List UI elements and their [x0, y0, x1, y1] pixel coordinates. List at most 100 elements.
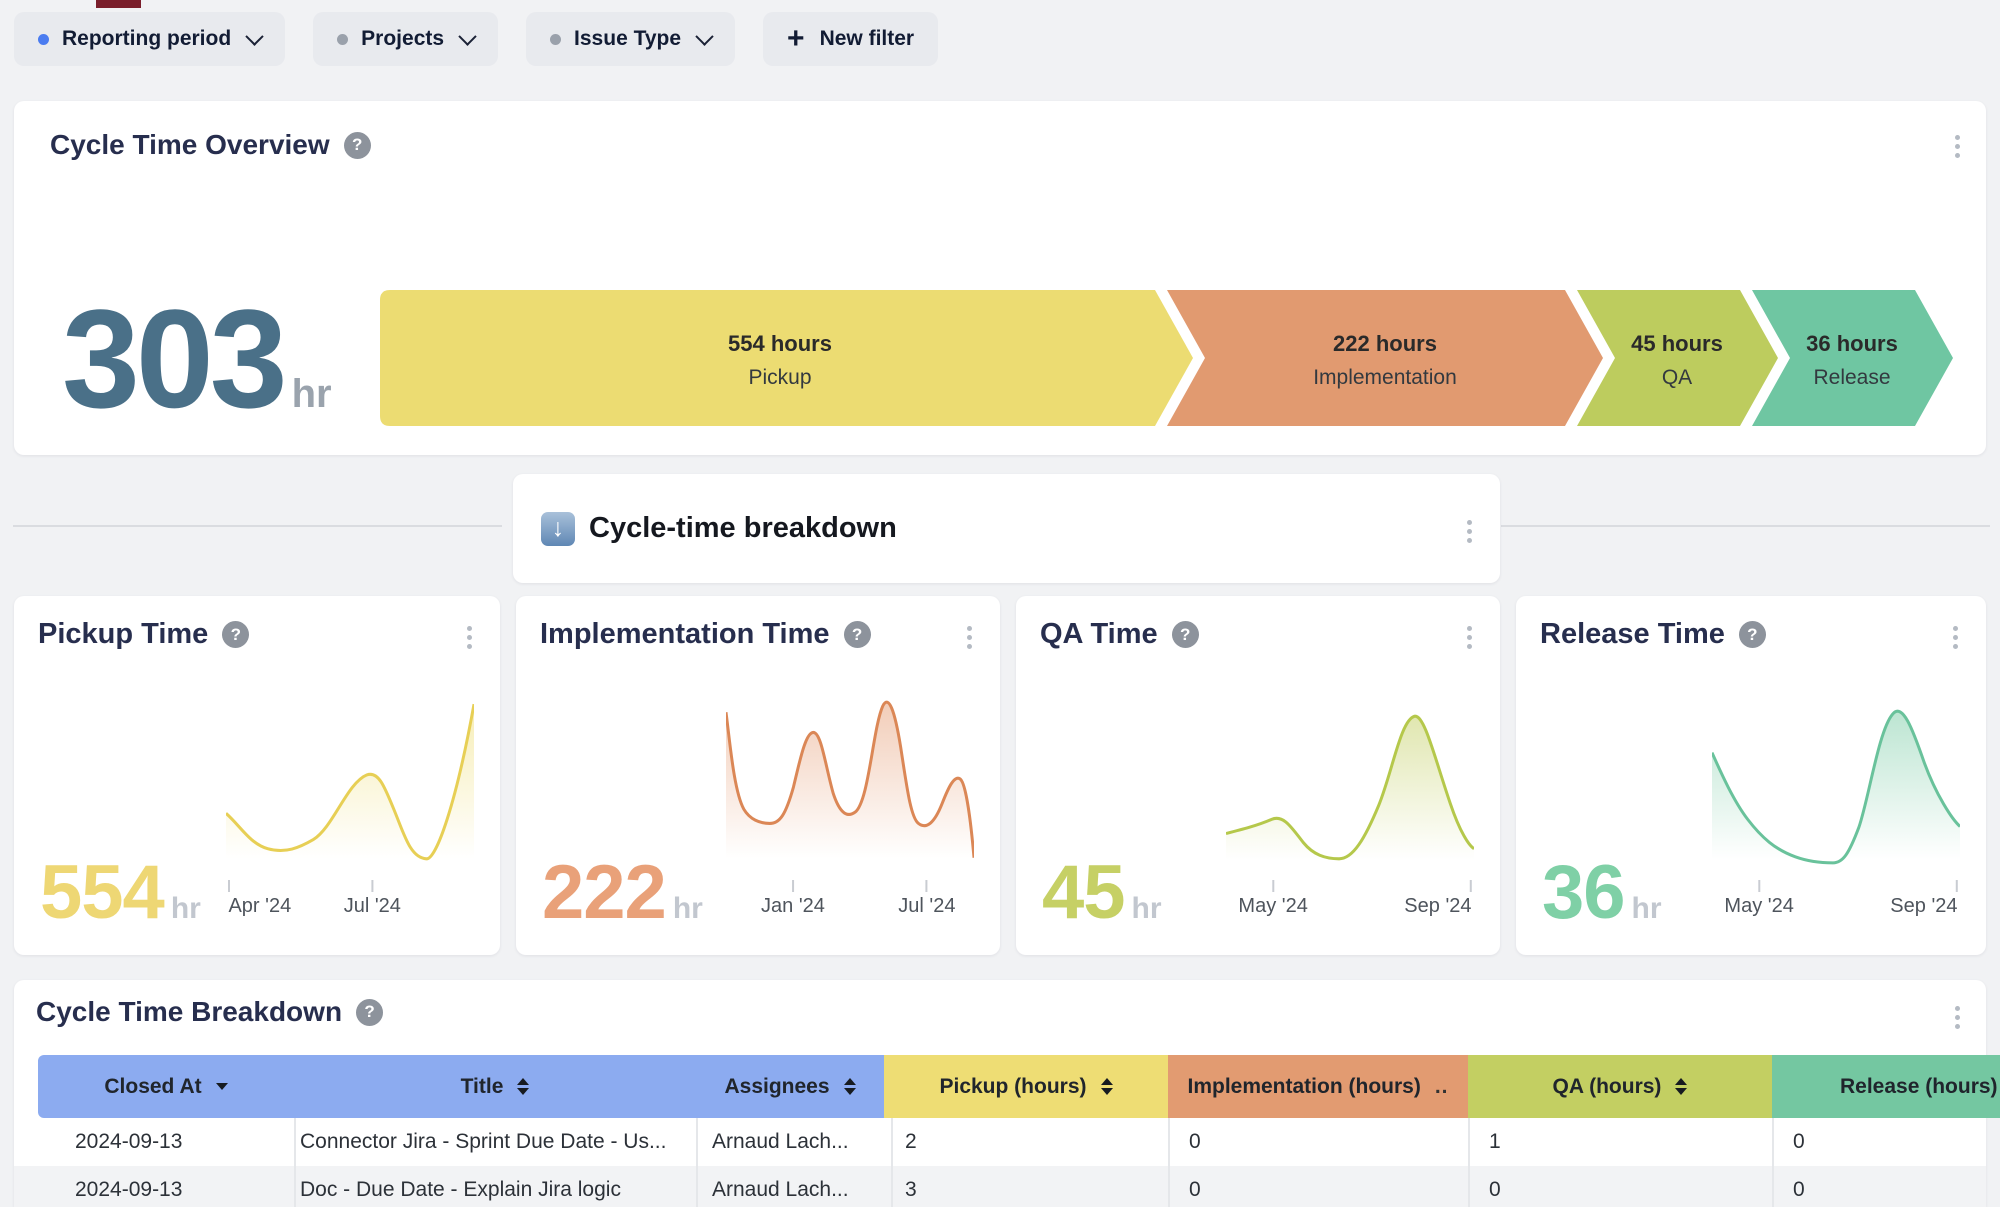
column-header-title[interactable]: Title — [294, 1055, 696, 1118]
cell-assignees: Arnaud Lach... — [712, 1166, 849, 1207]
cycle-funnel-chart: 554 hours Pickup 222 hours Implementatio… — [380, 290, 1980, 426]
filter-projects[interactable]: Projects — [313, 12, 498, 66]
active-filter-dot-icon — [38, 34, 49, 45]
x-axis: May '24 Sep '24 — [1226, 880, 1474, 922]
qa-sparkline-chart — [1226, 694, 1474, 876]
table-header: Closed At Title Assignees Pickup (hours)… — [14, 1055, 1986, 1118]
page-title: Cycle Time Overview — [50, 129, 330, 161]
divider-line — [1501, 525, 1990, 527]
cell-qa-hours: 1 — [1489, 1118, 1501, 1166]
help-icon[interactable]: ? — [222, 621, 249, 648]
implementation-sparkline-chart — [726, 694, 974, 876]
chevron-down-icon — [458, 27, 476, 45]
kebab-menu-icon[interactable] — [463, 622, 476, 653]
plus-icon: + — [787, 24, 805, 54]
value: 554 — [40, 855, 164, 931]
cycle-time-breakdown-banner: ↓ Cycle-time breakdown — [513, 474, 1500, 583]
down-arrow-glyph: ↓ — [552, 514, 565, 543]
column-header-assignees[interactable]: Assignees — [696, 1055, 884, 1118]
cell-closed-at: 2024-09-13 — [75, 1118, 182, 1166]
new-filter-button[interactable]: + New filter — [763, 12, 938, 66]
cell-title[interactable]: Doc - Due Date - Explain Jira logic — [300, 1166, 621, 1207]
implementation-time-card: Implementation Time ? Jan '24 Jul '24 22… — [516, 596, 1000, 955]
card-title: Implementation Time — [540, 618, 830, 651]
filter-reporting-period[interactable]: Reporting period — [14, 12, 285, 66]
card-title: QA Time — [1040, 618, 1158, 651]
cell-assignees: Arnaud Lach... — [712, 1118, 849, 1166]
column-header-implementation-hours[interactable]: Implementation (hours) .. — [1168, 1055, 1468, 1118]
column-header-closed-at[interactable]: Closed At — [38, 1055, 294, 1118]
column-divider — [891, 1118, 893, 1207]
help-icon[interactable]: ? — [356, 999, 383, 1026]
metric-value: 45 hr — [1042, 855, 1162, 931]
kebab-menu-icon[interactable] — [963, 622, 976, 653]
stage-label: Pickup — [748, 366, 811, 389]
funnel-stage-pickup — [380, 290, 1193, 426]
cell-closed-at: 2024-09-13 — [75, 1166, 182, 1207]
x-tick-label: Jul '24 — [344, 895, 401, 918]
x-tick-label: Apr '24 — [228, 895, 291, 918]
kebab-menu-icon[interactable] — [1949, 622, 1962, 653]
top-edge-artifact — [96, 0, 141, 8]
metric-value: 554 hr — [40, 855, 201, 931]
sort-icon — [1675, 1078, 1687, 1095]
column-divider — [696, 1118, 698, 1207]
sort-icon — [844, 1078, 856, 1095]
filter-label: Reporting period — [62, 27, 231, 51]
help-icon[interactable]: ? — [1739, 621, 1766, 648]
x-tick-label: May '24 — [1724, 895, 1793, 918]
new-filter-label: New filter — [820, 27, 915, 51]
inactive-filter-dot-icon — [550, 34, 561, 45]
x-axis: Jan '24 Jul '24 — [726, 880, 974, 922]
pickup-sparkline-chart — [226, 694, 474, 876]
stage-hours: 36 hours — [1806, 331, 1898, 356]
divider-line — [13, 525, 502, 527]
funnel-stage-qa — [1577, 290, 1778, 426]
column-label: Implementation (hours) — [1187, 1075, 1420, 1099]
kebab-menu-icon[interactable] — [1463, 622, 1476, 653]
pickup-time-card: Pickup Time ? Apr '24 Jul '24 554 hr — [14, 596, 500, 955]
help-icon[interactable]: ? — [1172, 621, 1199, 648]
total-cycle-time: 303 hr — [62, 289, 332, 429]
banner-title: Cycle-time breakdown — [589, 512, 897, 545]
cell-implementation-hours: 0 — [1189, 1118, 1201, 1166]
unit: hr — [1632, 892, 1662, 926]
card-title: Pickup Time — [38, 618, 208, 651]
x-tick-label: Jan '24 — [761, 895, 825, 918]
stage-label: Release — [1813, 366, 1890, 389]
chevron-down-icon — [695, 27, 713, 45]
column-header-release-hours[interactable]: Release (hours) — [1772, 1055, 2000, 1118]
cycle-time-breakdown-table-card: Cycle Time Breakdown ? Closed At Title A… — [14, 980, 1986, 1207]
x-tick-label: Sep '24 — [1404, 895, 1471, 918]
column-label: Release (hours) — [1840, 1075, 1998, 1099]
column-divider — [1772, 1118, 1774, 1207]
filter-issue-type[interactable]: Issue Type — [526, 12, 735, 66]
kebab-menu-icon[interactable] — [1463, 516, 1476, 547]
help-icon[interactable]: ? — [844, 621, 871, 648]
column-label: Closed At — [104, 1075, 201, 1099]
help-icon[interactable]: ? — [344, 132, 371, 159]
unit: hr — [171, 892, 201, 926]
stage-label: QA — [1662, 366, 1692, 389]
column-label: QA (hours) — [1553, 1075, 1662, 1099]
cell-title[interactable]: Connector Jira - Sprint Due Date - Us... — [300, 1118, 666, 1166]
qa-time-card: QA Time ? May '24 Sep '24 45 hr — [1016, 596, 1500, 955]
filter-bar: Reporting period Projects Issue Type + N… — [14, 12, 938, 66]
sort-truncated-icon: .. — [1435, 1075, 1449, 1099]
column-divider — [294, 1118, 296, 1207]
x-tick-label: Jul '24 — [898, 895, 955, 918]
sort-icon — [1101, 1078, 1113, 1095]
value: 222 — [542, 855, 666, 931]
column-header-pickup-hours[interactable]: Pickup (hours) — [884, 1055, 1168, 1118]
table-row: 2024-09-13 Connector Jira - Sprint Due D… — [14, 1118, 1986, 1166]
down-arrow-emoji-icon: ↓ — [541, 512, 575, 546]
column-divider — [1168, 1118, 1170, 1207]
release-sparkline-chart — [1712, 694, 1960, 876]
kebab-menu-icon[interactable] — [1951, 131, 1964, 162]
kebab-menu-icon[interactable] — [1951, 1002, 1964, 1033]
total-value: 303 — [62, 289, 284, 429]
cell-pickup-hours: 3 — [905, 1166, 917, 1207]
stage-hours: 554 hours — [728, 331, 832, 356]
column-header-qa-hours[interactable]: QA (hours) — [1468, 1055, 1772, 1118]
cell-release-hours: 0 — [1793, 1118, 1805, 1166]
